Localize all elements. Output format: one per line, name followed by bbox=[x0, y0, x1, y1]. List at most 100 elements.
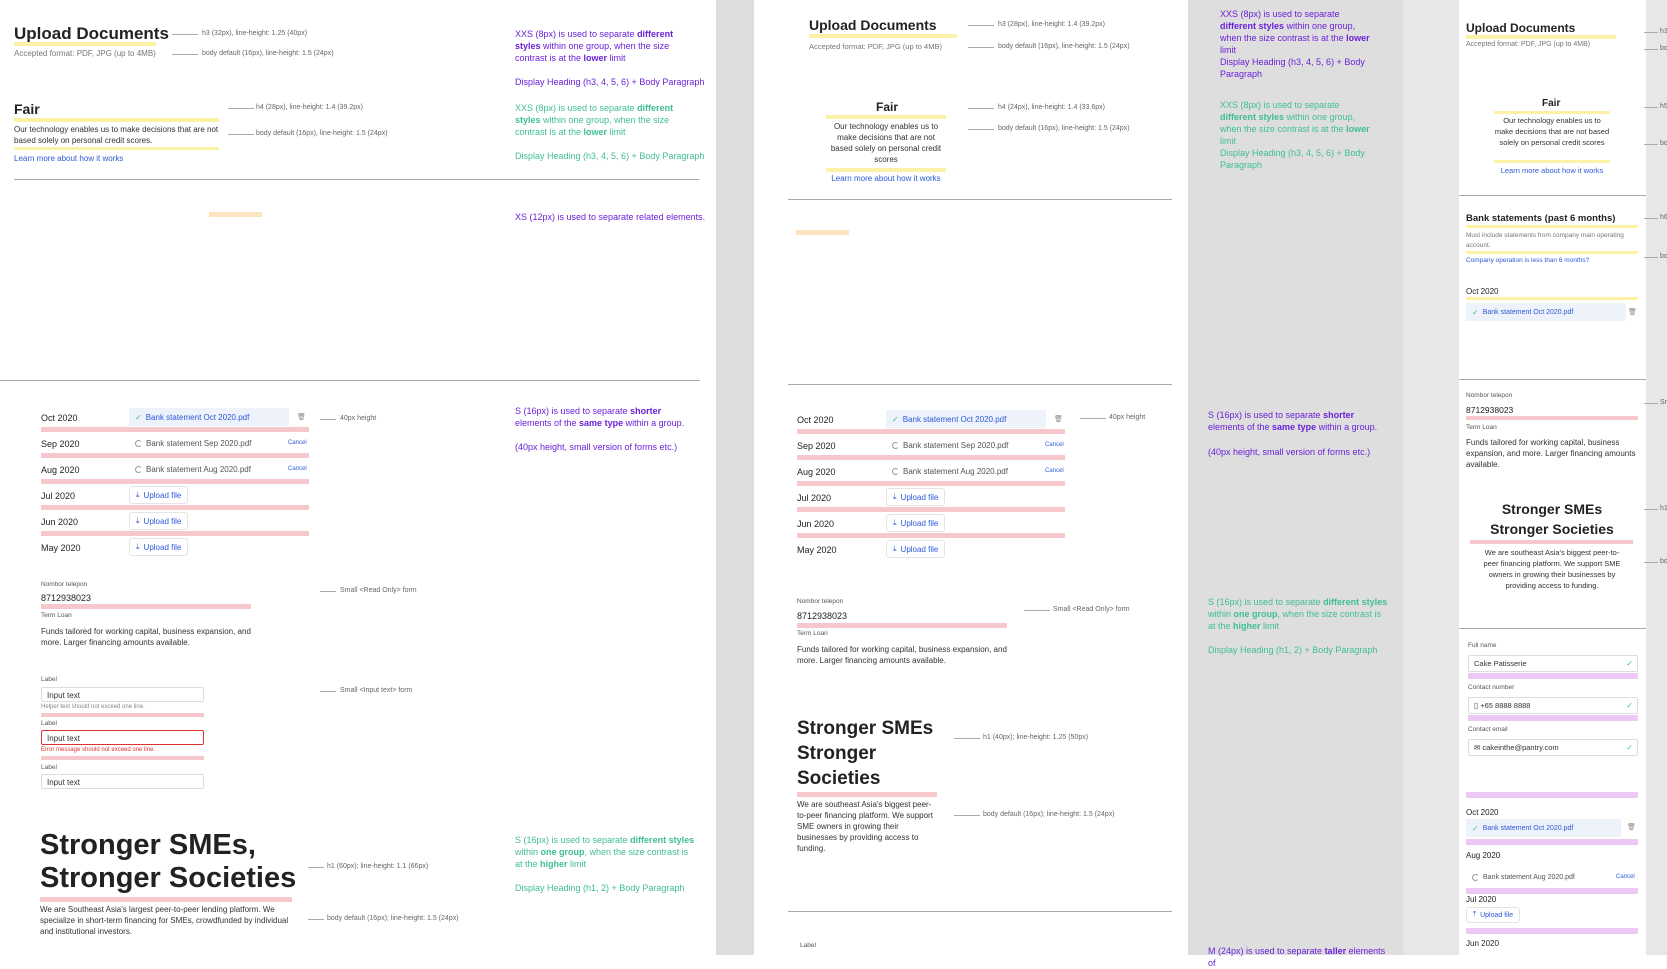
cancel-link[interactable]: Cancel bbox=[1616, 874, 1635, 880]
file-row[interactable]: ✓ Bank statement Oct 2020.pdf bbox=[1466, 303, 1626, 321]
upload-label: Upload file bbox=[900, 492, 939, 502]
hero-title-1: Stronger SMEs, bbox=[40, 829, 256, 861]
section-divider bbox=[1459, 628, 1646, 629]
file-row[interactable]: ✓ Bank statement Oct 2020.pdf bbox=[1466, 819, 1621, 837]
learn-more-link[interactable]: Learn more about how it works bbox=[826, 173, 946, 184]
loading-icon bbox=[135, 465, 142, 473]
spacing-marker bbox=[1494, 160, 1610, 163]
cancel-link[interactable]: Cancel bbox=[1045, 442, 1064, 448]
month-label: Jul 2020 bbox=[1466, 895, 1497, 904]
spacing-marker-xs bbox=[209, 212, 262, 217]
annotation-m: M (24px) is used to separate taller elem… bbox=[1208, 946, 1386, 968]
spacing-marker bbox=[41, 531, 309, 536]
trash-icon[interactable]: 🗑 bbox=[1054, 415, 1063, 423]
readonly-label-2: Term Loan bbox=[1466, 424, 1497, 431]
note-line bbox=[320, 591, 336, 592]
month-label: Oct 2020 bbox=[797, 415, 834, 425]
upload-title: Upload Documents bbox=[1466, 21, 1576, 35]
check-icon: ✓ bbox=[1626, 659, 1633, 668]
spacing-marker bbox=[1466, 928, 1638, 934]
edge-note: bo bbox=[1660, 253, 1667, 260]
cancel-link[interactable]: Cancel bbox=[288, 440, 307, 446]
spacing-marker bbox=[1468, 673, 1638, 679]
bank-month: Oct 2020 bbox=[1466, 287, 1499, 296]
input-field-error[interactable]: Input text bbox=[41, 730, 204, 745]
month-label: May 2020 bbox=[797, 545, 837, 555]
section-divider bbox=[788, 199, 1172, 200]
note-h1: h1 (60px); line-height: 1.1 (66px) bbox=[327, 863, 429, 870]
note-body: body default (16px), line-height: 1.5 (2… bbox=[998, 43, 1130, 50]
readonly-label-2: Term Loan bbox=[41, 612, 72, 619]
note-line bbox=[1644, 562, 1658, 563]
annotation-xxs: XXS (8px) is used to separate different … bbox=[1220, 9, 1370, 55]
download-icon: ⤓ bbox=[136, 490, 140, 499]
trash-icon[interactable]: 🗑 bbox=[297, 413, 306, 421]
learn-more-link[interactable]: Learn more about how it works bbox=[1488, 165, 1616, 176]
note-line bbox=[228, 108, 254, 109]
spacing-marker bbox=[826, 115, 946, 119]
upload-button[interactable]: ⤓ Upload file bbox=[886, 540, 946, 558]
input-field[interactable]: Input text bbox=[41, 774, 204, 789]
trash-icon[interactable]: 🗑 bbox=[1628, 308, 1637, 316]
upload-button[interactable]: ⤒ Upload file bbox=[1466, 907, 1521, 923]
spacing-marker bbox=[797, 533, 1065, 538]
note-body: body default (16px); line-height: 1.5 (2… bbox=[327, 915, 459, 922]
gray-gutter-2 bbox=[1403, 0, 1459, 955]
section-divider bbox=[1459, 195, 1646, 196]
annotation-s: S (16px) is used to separate shorter ele… bbox=[515, 406, 685, 428]
spacing-marker bbox=[41, 713, 204, 717]
file-row: Bank statement Aug 2020.pdf bbox=[886, 462, 1046, 480]
month-label: Oct 2020 bbox=[41, 413, 78, 423]
loading-icon bbox=[1472, 873, 1479, 881]
note-body: body default (16px), line-height: 1.5 (2… bbox=[998, 125, 1130, 132]
note-line bbox=[320, 691, 336, 692]
spacing-marker bbox=[809, 34, 957, 38]
file-row[interactable]: ✓ Bank statement Oct 2020.pdf bbox=[886, 410, 1046, 428]
fair-title: Fair bbox=[876, 100, 899, 114]
file-name: Bank statement Oct 2020.pdf bbox=[145, 412, 250, 422]
fullname-input[interactable]: Cake Patisserie ✓ bbox=[1468, 655, 1638, 672]
upload-button[interactable]: ⤓ Upload file bbox=[129, 538, 189, 556]
bank-link[interactable]: Company operation is less than 6 months? bbox=[1466, 257, 1589, 264]
check-icon: ✓ bbox=[135, 412, 142, 422]
edge-note: bo bbox=[1660, 558, 1667, 565]
note-line bbox=[968, 108, 994, 109]
spacing-marker bbox=[41, 756, 204, 760]
spacing-marker bbox=[14, 147, 219, 150]
month-label: Oct 2020 bbox=[1466, 808, 1499, 817]
upload-button[interactable]: ⤓ Upload file bbox=[886, 488, 946, 506]
upload-button[interactable]: ⤓ Upload file bbox=[886, 514, 946, 532]
spacing-marker bbox=[1466, 792, 1638, 798]
spacing-marker bbox=[826, 168, 946, 172]
upload-button[interactable]: ⤓ Upload file bbox=[129, 512, 189, 530]
month-label: Jul 2020 bbox=[41, 491, 76, 501]
trash-icon[interactable]: 🗑 bbox=[1627, 823, 1636, 831]
spacing-marker bbox=[1466, 225, 1638, 228]
spacing-marker bbox=[1466, 35, 1616, 39]
email-input[interactable]: ✉ cakeinthe@pantry.com ✓ bbox=[1468, 739, 1638, 756]
cancel-link[interactable]: Cancel bbox=[288, 466, 307, 472]
edge-note: h1 bbox=[1660, 505, 1667, 512]
fair-title: Fair bbox=[1542, 98, 1561, 109]
input-field[interactable]: Input text bbox=[41, 687, 204, 702]
input-label: Label bbox=[41, 676, 57, 683]
upload-label: Upload file bbox=[143, 516, 182, 526]
annotation-foot: Display Heading (h3, 4, 5, 6) + Body Par… bbox=[1220, 148, 1365, 170]
hero-title-1: Stronger SMEs bbox=[797, 718, 934, 739]
phone-input[interactable]: ▯ +65 8888 8888 ✓ bbox=[1468, 697, 1638, 714]
cancel-link[interactable]: Cancel bbox=[1045, 468, 1064, 474]
edge-note: h3 bbox=[1660, 28, 1667, 35]
annotation-xxs: XXS (8px) is used to separate different … bbox=[515, 29, 674, 63]
section-divider bbox=[788, 911, 1172, 912]
upload-label: Upload file bbox=[900, 544, 939, 554]
month-label: Aug 2020 bbox=[1466, 851, 1501, 860]
readonly-value: 8712938023 bbox=[1466, 405, 1514, 415]
spacing-marker bbox=[797, 792, 937, 797]
file-row[interactable]: ✓ Bank statement Oct 2020.pdf bbox=[129, 408, 289, 426]
spacing-marker bbox=[40, 897, 292, 902]
learn-more-link[interactable]: Learn more about how it works bbox=[14, 153, 123, 164]
file-name: Bank statement Oct 2020.pdf bbox=[1482, 824, 1574, 832]
upload-button[interactable]: ⤓ Upload file bbox=[129, 486, 189, 504]
annotation-foot: Display Heading (h3, 4, 5, 6) + Body Par… bbox=[515, 151, 705, 161]
hero-body: We are southeast Asia's biggest peer-to-… bbox=[797, 800, 933, 853]
